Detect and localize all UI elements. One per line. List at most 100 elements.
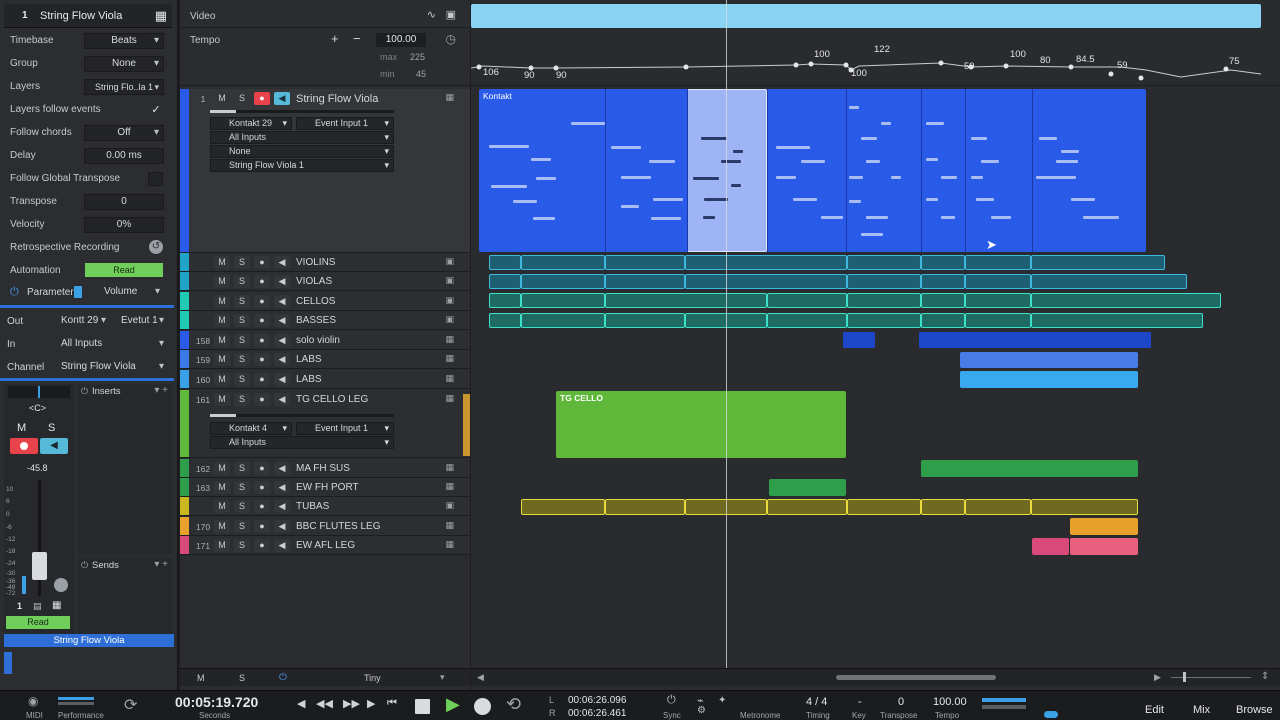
track-instrument-select[interactable]: Kontakt 4 — [210, 422, 292, 435]
track-solo-button[interactable]: S — [234, 295, 250, 308]
mute-button[interactable]: M — [17, 422, 26, 434]
track-color-bar[interactable] — [180, 536, 189, 554]
track-monitor-button[interactable]: ◀ — [274, 520, 290, 533]
track-monitor-button[interactable]: ◀ — [274, 500, 290, 513]
edit-view-button[interactable]: Edit — [1145, 704, 1164, 716]
track-monitor-button[interactable]: ◀ — [274, 92, 290, 105]
instrument-track-icon[interactable]: ▦ — [445, 373, 454, 384]
transpose-row[interactable]: Transpose 0 — [0, 191, 170, 214]
automation-mode-button[interactable]: Read — [85, 263, 163, 277]
midi-note[interactable] — [991, 216, 1011, 219]
midi-note[interactable] — [513, 200, 537, 203]
track-row[interactable]: 1MS ● ◀ String Flow Viola ▦ Kontakt 29 Event I… — [180, 89, 470, 253]
clip-violins[interactable] — [521, 255, 605, 270]
track-mute-button[interactable]: M — [214, 314, 230, 327]
automation-row[interactable]: Automation Read — [0, 260, 170, 283]
track-mute-button[interactable]: M — [214, 353, 230, 366]
arrange-view[interactable]: 106 90 90 100 100 122 59 100 80 84.5 59 … — [471, 0, 1280, 690]
midi-note[interactable] — [704, 198, 728, 201]
inspector-track-header[interactable]: 1 String Flow Viola ▦ — [4, 4, 172, 28]
video-track-header[interactable]: Video ∿ ▣ — [180, 4, 470, 28]
midi-note[interactable] — [821, 216, 843, 219]
clip-violas[interactable] — [685, 274, 847, 289]
midi-note[interactable] — [941, 176, 957, 179]
channel-link-icon[interactable] — [54, 578, 68, 592]
loop-end-time[interactable]: 00:06:26.461 — [568, 708, 626, 719]
clip-violins[interactable] — [965, 255, 1031, 270]
midi-note[interactable] — [721, 160, 741, 163]
track-mute-button[interactable]: M — [214, 520, 230, 533]
track-name[interactable]: VIOLINS — [296, 257, 335, 268]
zoom-fit-icon[interactable]: ⇕ — [1261, 671, 1269, 682]
midi-note[interactable] — [776, 176, 796, 179]
clip-tubas[interactable] — [847, 499, 921, 515]
sends-add-icon[interactable]: ▾ + — [154, 559, 168, 570]
track-record-button[interactable]: ● — [254, 314, 270, 327]
piano-keys-icon[interactable]: ▦ — [155, 8, 167, 24]
monitor-button[interactable]: ◀ — [40, 438, 68, 454]
track-mute-button[interactable]: M — [214, 373, 230, 386]
follow-global-transpose-row[interactable]: Follow Global Transpose — [0, 168, 170, 191]
layers-row[interactable]: Layers String Flo..la 1 — [0, 76, 170, 99]
midi-note[interactable] — [1083, 216, 1119, 219]
track-monitor-button[interactable]: ◀ — [274, 393, 290, 406]
track-mute-button[interactable]: M — [214, 462, 230, 475]
return-to-zero-icon[interactable]: ⏮ — [387, 697, 397, 710]
tempo-value-field[interactable]: 100.00 — [376, 33, 426, 47]
midi-note[interactable] — [621, 176, 651, 179]
rewind-start-icon[interactable]: ◀ — [297, 697, 305, 710]
clip-solo-violin[interactable] — [843, 332, 875, 348]
midi-note[interactable] — [891, 176, 901, 179]
clip-basses[interactable] — [921, 313, 965, 328]
instrument-track-icon[interactable]: ▦ — [445, 462, 454, 473]
tempo-add-icon[interactable]: + — [331, 31, 339, 46]
track-mute-button[interactable]: M — [214, 295, 230, 308]
track-color-bar[interactable] — [180, 478, 189, 496]
clip-tubas[interactable] — [605, 499, 685, 515]
volume-fader[interactable] — [32, 552, 47, 580]
clip-violins[interactable] — [921, 255, 965, 270]
track-record-button[interactable]: ● — [254, 481, 270, 494]
clip-violas[interactable] — [1031, 274, 1187, 289]
track-solo-button[interactable]: S — [234, 481, 250, 494]
track-row[interactable]: 163 M S ● ◀ EW FH PORT ▦ — [180, 478, 470, 497]
midi-note[interactable] — [531, 158, 551, 161]
in-select[interactable]: All Inputs — [58, 337, 168, 351]
clip-violas[interactable] — [965, 274, 1031, 289]
midi-note[interactable] — [491, 185, 527, 188]
track-name[interactable]: EW FH PORT — [296, 482, 359, 493]
midi-note[interactable] — [1056, 160, 1078, 163]
stop-button[interactable] — [415, 699, 430, 714]
tempo-remove-icon[interactable]: − — [353, 31, 361, 46]
midi-note[interactable] — [611, 146, 641, 149]
track-solo-button[interactable]: S — [234, 539, 250, 552]
track-solo-button[interactable]: S — [234, 275, 250, 288]
track-name[interactable]: solo violin — [296, 335, 340, 346]
key-value[interactable]: - — [858, 696, 862, 708]
track-solo-button[interactable]: S — [234, 256, 250, 269]
track-name[interactable]: CELLOS — [296, 296, 335, 307]
track-solo-button[interactable]: S — [234, 393, 250, 406]
clip-cellos[interactable] — [921, 293, 965, 308]
midi-note[interactable] — [849, 106, 859, 109]
tempo-curve[interactable] — [471, 30, 1280, 86]
track-record-button[interactable]: ● — [254, 256, 270, 269]
clip-tg-cello[interactable]: TG CELLO — [556, 391, 846, 458]
clip-kontakt-selected[interactable] — [687, 89, 767, 252]
folder-icon[interactable]: ▣ — [445, 295, 454, 306]
track-group-select[interactable]: None — [210, 145, 394, 158]
track-record-button[interactable]: ● — [254, 520, 270, 533]
mixer-icon[interactable]: ▤ — [33, 601, 42, 612]
inserts-power-icon[interactable]: ⏻ — [81, 386, 88, 397]
clip-basses[interactable] — [1031, 313, 1203, 328]
velocity-field[interactable]: 0% — [84, 217, 164, 233]
clip-cellos[interactable] — [767, 293, 847, 308]
mix-view-button[interactable]: Mix — [1193, 704, 1210, 716]
clip-violas[interactable] — [921, 274, 965, 289]
transpose-value[interactable]: 0 — [898, 696, 904, 708]
track-size-chevron-icon[interactable]: ▾ — [440, 672, 445, 683]
transpose-field[interactable]: 0 — [84, 194, 164, 210]
tempo-lane[interactable]: 106 90 90 100 100 122 59 100 80 84.5 59 … — [471, 30, 1280, 86]
parameter-slider[interactable] — [74, 286, 82, 298]
clip-solo-violin[interactable] — [919, 332, 1151, 348]
